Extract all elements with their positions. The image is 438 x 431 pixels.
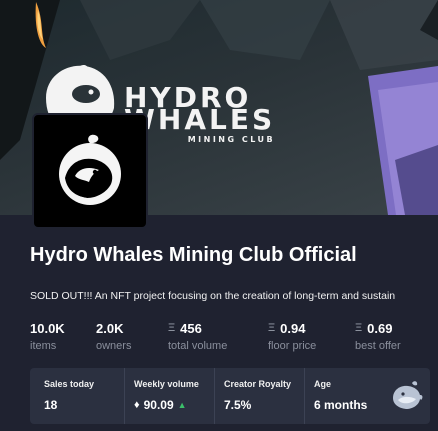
collection-age: Age 6 months — [314, 368, 367, 424]
whale-logo-icon — [59, 134, 121, 205]
weekly-volume-row: ♦ 90.09 ▲ — [134, 398, 199, 412]
weekly-volume-value: 90.09 — [143, 398, 174, 412]
stat-owners[interactable]: 2.0K owners — [96, 320, 132, 353]
stat-items-value: 10.0K — [30, 320, 65, 336]
stat-floor-price-row: Ξ 0.94 — [268, 320, 316, 336]
age-value: 6 months — [314, 398, 368, 412]
stat-best-offer-row: Ξ 0.69 — [355, 320, 401, 336]
stat-items[interactable]: 10.0K items — [30, 320, 65, 353]
eth-icon: Ξ — [268, 322, 276, 334]
sales-today: Sales today 18 — [44, 368, 94, 424]
sales-today-label: Sales today — [44, 379, 95, 389]
weekly-volume: Weekly volume ♦ 90.09 ▲ — [134, 368, 199, 424]
creator-royalty-value: 7.5% — [224, 398, 252, 412]
collection-title: Hydro Whales Mining Club Official — [30, 244, 357, 266]
eth-icon: ♦ — [134, 399, 140, 411]
creator-royalty-label: Creator Royalty — [224, 379, 292, 389]
stat-best-offer[interactable]: Ξ 0.69 best offer — [355, 320, 401, 353]
stat-total-volume[interactable]: Ξ 456 total volume — [168, 320, 228, 353]
collection-avatar[interactable] — [32, 113, 148, 229]
collection-stats: 10.0K items 2.0K owners Ξ 456 total volu… — [30, 320, 438, 354]
stat-total-volume-value: 456 — [180, 320, 202, 336]
collection-description[interactable]: SOLD OUT!!! An NFT project focusing on t… — [30, 290, 438, 302]
stat-owners-label: owners — [96, 340, 132, 352]
stat-best-offer-label: best offer — [355, 340, 401, 352]
stat-best-offer-value: 0.69 — [367, 320, 393, 336]
eth-icon: Ξ — [168, 322, 176, 334]
eth-icon: Ξ — [355, 322, 363, 334]
stat-floor-price[interactable]: Ξ 0.94 floor price — [268, 320, 317, 353]
stat-total-volume-row: Ξ 456 — [168, 320, 227, 336]
sales-summary-panel: Sales today 18 Weekly volume ♦ 90.09 ▲ C… — [30, 368, 430, 424]
sales-today-value: 18 — [44, 398, 58, 412]
stat-floor-price-value: 0.94 — [280, 320, 306, 336]
creator-royalty: Creator Royalty 7.5% — [224, 368, 291, 424]
stat-floor-price-label: floor price — [268, 340, 317, 352]
stat-total-volume-label: total volume — [168, 340, 228, 352]
age-label: Age — [314, 379, 332, 389]
stat-items-label: items — [30, 340, 57, 352]
panel-divider — [304, 368, 305, 424]
arrow-up-icon: ▲ — [177, 400, 187, 410]
panel-divider — [214, 368, 215, 424]
weekly-volume-label: Weekly volume — [134, 379, 199, 389]
panel-divider — [124, 368, 125, 424]
stat-owners-value: 2.0K — [96, 320, 124, 336]
whale-mascot-icon — [393, 381, 423, 409]
